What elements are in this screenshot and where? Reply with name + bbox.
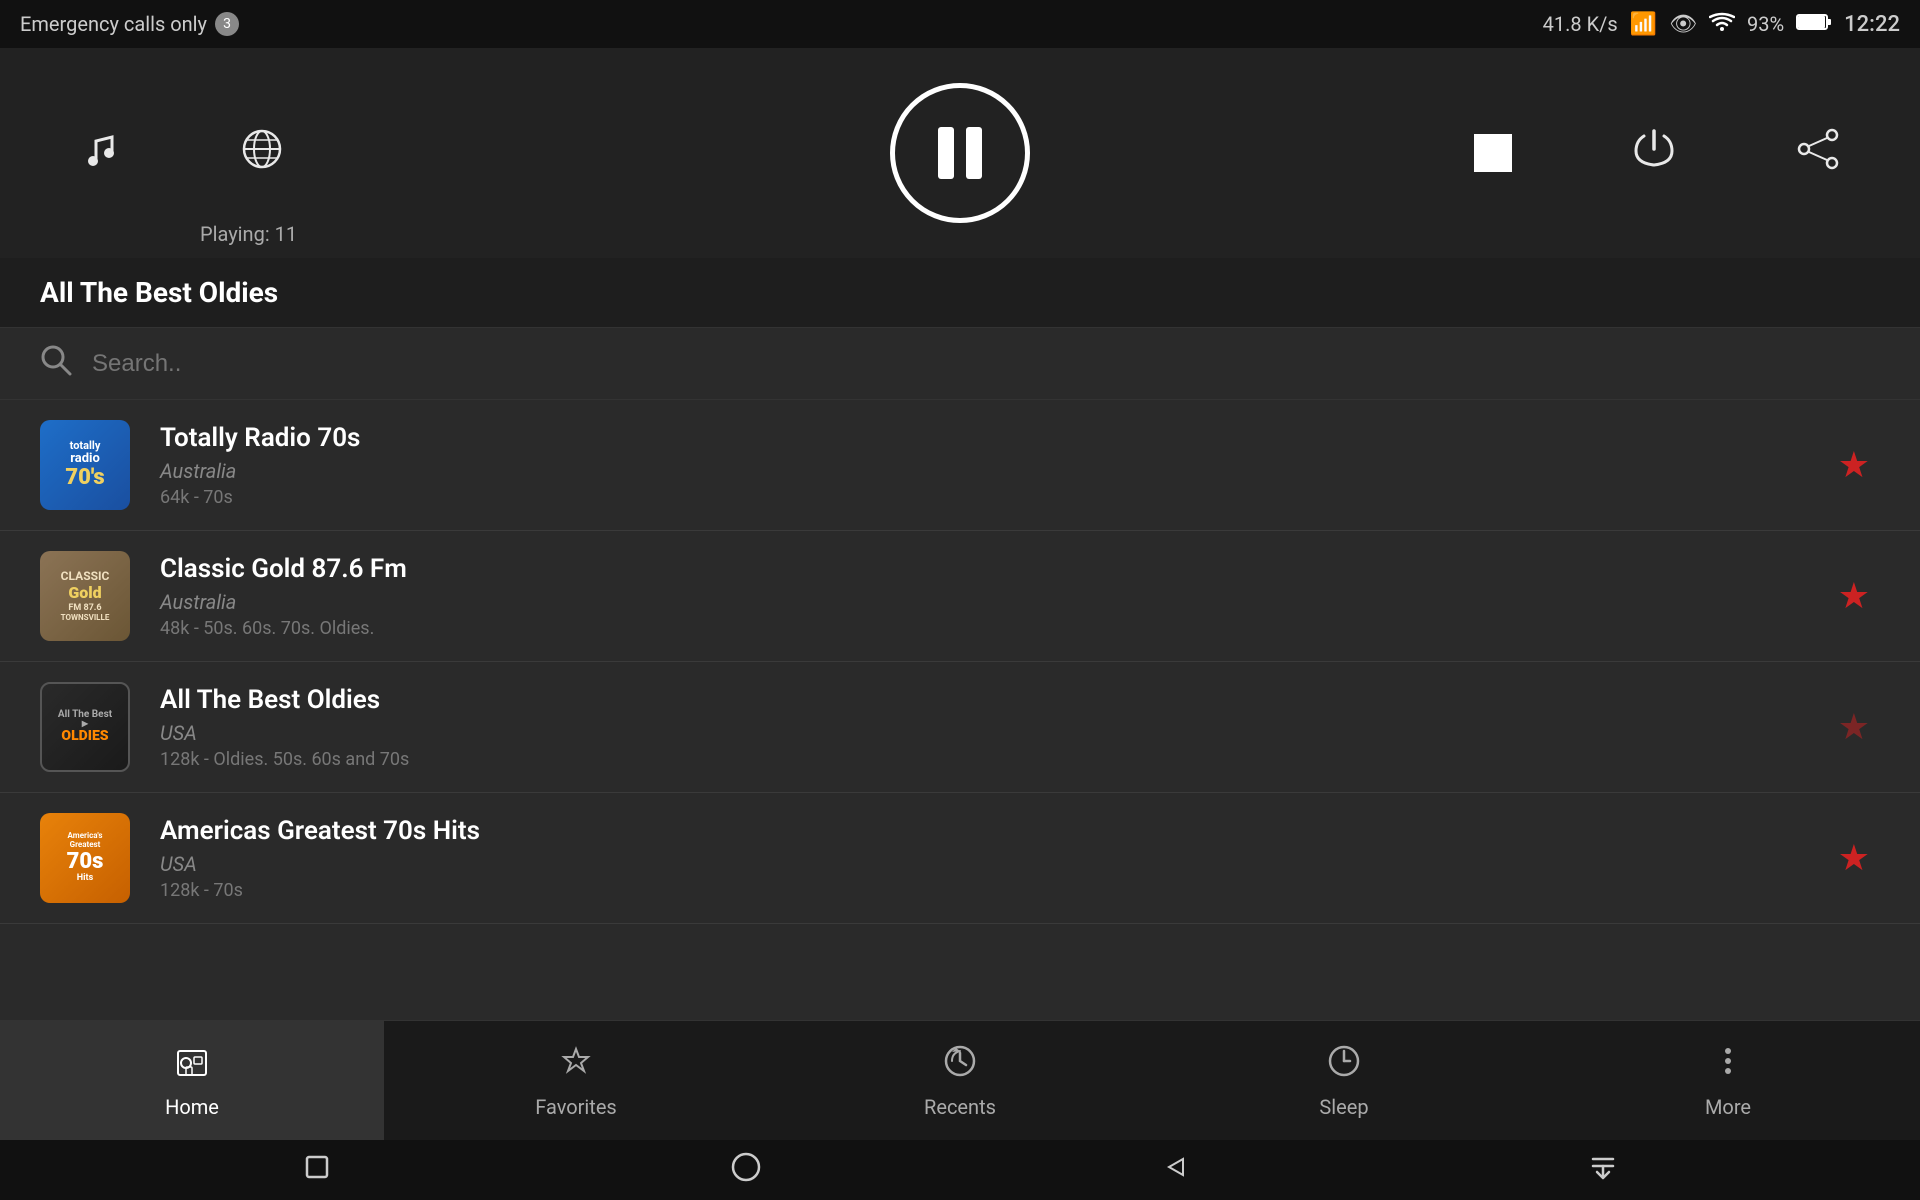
nav-label-more: More	[1705, 1095, 1751, 1119]
music-icon[interactable]	[80, 129, 120, 178]
wifi-icon	[1709, 12, 1735, 37]
station-logo: All The Best ▶ OLDIES	[40, 682, 130, 772]
nav-label-sleep: Sleep	[1319, 1095, 1368, 1119]
nav-item-home[interactable]: Home	[0, 1021, 384, 1140]
station-info: Classic Gold 87.6 Fm Australia 48k - 50s…	[160, 554, 1828, 639]
sleep-icon	[1326, 1043, 1362, 1087]
station-meta: 128k - 70s	[160, 880, 1828, 901]
station-name: Americas Greatest 70s Hits	[160, 816, 1828, 846]
station-item[interactable]: America's Greatest 70s Hits Americas Gre…	[0, 793, 1920, 924]
station-item[interactable]: totally radio 70's Totally Radio 70s Aus…	[0, 400, 1920, 531]
station-name: All The Best Oldies	[160, 685, 1828, 715]
bottom-nav: Home Favorites Recents	[0, 1020, 1920, 1140]
station-logo: totally radio 70's	[40, 420, 130, 510]
content-area: Playing: 11 All The Best Oldies totally …	[0, 48, 1920, 1020]
android-back-button[interactable]	[1161, 1153, 1189, 1187]
station-meta: 128k - Oldies. 50s. 60s and 70s	[160, 749, 1828, 770]
status-left: Emergency calls only 3	[20, 12, 239, 36]
home-icon	[174, 1043, 210, 1087]
nav-label-favorites: Favorites	[535, 1095, 617, 1119]
search-input[interactable]	[92, 350, 1880, 378]
status-right: 41.8 K/s 📶 👁 93% 12:22	[1543, 12, 1900, 37]
station-country: Australia	[160, 590, 1828, 614]
search-bar	[0, 328, 1920, 400]
network-speed: 41.8 K/s	[1543, 12, 1618, 36]
station-country: Australia	[160, 459, 1828, 483]
playing-label: Playing: 11	[200, 222, 297, 246]
station-item[interactable]: CLASSIC Gold FM 87.6 TOWNSVILLE Classic …	[0, 531, 1920, 662]
bluetooth-icon: 📶	[1630, 12, 1657, 37]
nav-item-recents[interactable]: Recents	[768, 1021, 1152, 1140]
station-logo: America's Greatest 70s Hits	[40, 813, 130, 903]
now-playing-title: All The Best Oldies	[40, 276, 1880, 309]
station-item[interactable]: All The Best ▶ OLDIES All The Best Oldie…	[0, 662, 1920, 793]
android-nav	[0, 1140, 1920, 1200]
android-home-button[interactable]	[731, 1152, 761, 1188]
eye-icon: 👁	[1669, 12, 1697, 37]
player-controls	[0, 73, 1920, 233]
pause-icon	[938, 127, 982, 179]
favorites-icon	[558, 1043, 594, 1087]
status-bar: Emergency calls only 3 41.8 K/s 📶 👁 93%	[0, 0, 1920, 48]
player-area: Playing: 11	[0, 48, 1920, 258]
station-meta: 64k - 70s	[160, 487, 1828, 508]
recents-icon	[942, 1043, 978, 1087]
share-button[interactable]	[1796, 127, 1840, 180]
favorite-button[interactable]: ★	[1828, 696, 1880, 758]
station-meta: 48k - 50s. 60s. 70s. Oldies.	[160, 618, 1828, 639]
nav-label-recents: Recents	[924, 1095, 996, 1119]
favorite-button[interactable]: ★	[1828, 434, 1880, 496]
favorite-button[interactable]: ★	[1828, 565, 1880, 627]
notification-badge: 3	[215, 12, 239, 36]
station-info: Totally Radio 70s Australia 64k - 70s	[160, 423, 1828, 508]
station-country: USA	[160, 852, 1828, 876]
station-title-bar: All The Best Oldies	[0, 258, 1920, 328]
power-button[interactable]	[1632, 127, 1676, 180]
station-info: All The Best Oldies USA 128k - Oldies. 5…	[160, 685, 1828, 770]
battery-text: 93%	[1747, 12, 1784, 36]
stop-button[interactable]	[1474, 134, 1512, 172]
station-logo: CLASSIC Gold FM 87.6 TOWNSVILLE	[40, 551, 130, 641]
nav-item-favorites[interactable]: Favorites	[384, 1021, 768, 1140]
player-left-controls	[80, 127, 284, 180]
station-info: Americas Greatest 70s Hits USA 128k - 70…	[160, 816, 1828, 901]
clock: 12:22	[1844, 12, 1900, 37]
nav-item-sleep[interactable]: Sleep	[1152, 1021, 1536, 1140]
nav-item-more[interactable]: More	[1536, 1021, 1920, 1140]
pause-button[interactable]	[890, 83, 1030, 223]
android-down-button[interactable]	[1589, 1153, 1617, 1187]
globe-icon[interactable]	[240, 127, 284, 180]
station-country: USA	[160, 721, 1828, 745]
station-name: Classic Gold 87.6 Fm	[160, 554, 1828, 584]
nav-label-home: Home	[165, 1095, 219, 1119]
favorite-button[interactable]: ★	[1828, 827, 1880, 889]
android-recent-apps-button[interactable]	[303, 1153, 331, 1187]
more-icon	[1710, 1043, 1746, 1087]
search-icon	[40, 344, 72, 383]
station-list: totally radio 70's Totally Radio 70s Aus…	[0, 400, 1920, 1020]
battery-icon	[1796, 12, 1832, 37]
station-name: Totally Radio 70s	[160, 423, 1828, 453]
emergency-text: Emergency calls only	[20, 12, 207, 36]
player-right-controls	[1474, 127, 1840, 180]
